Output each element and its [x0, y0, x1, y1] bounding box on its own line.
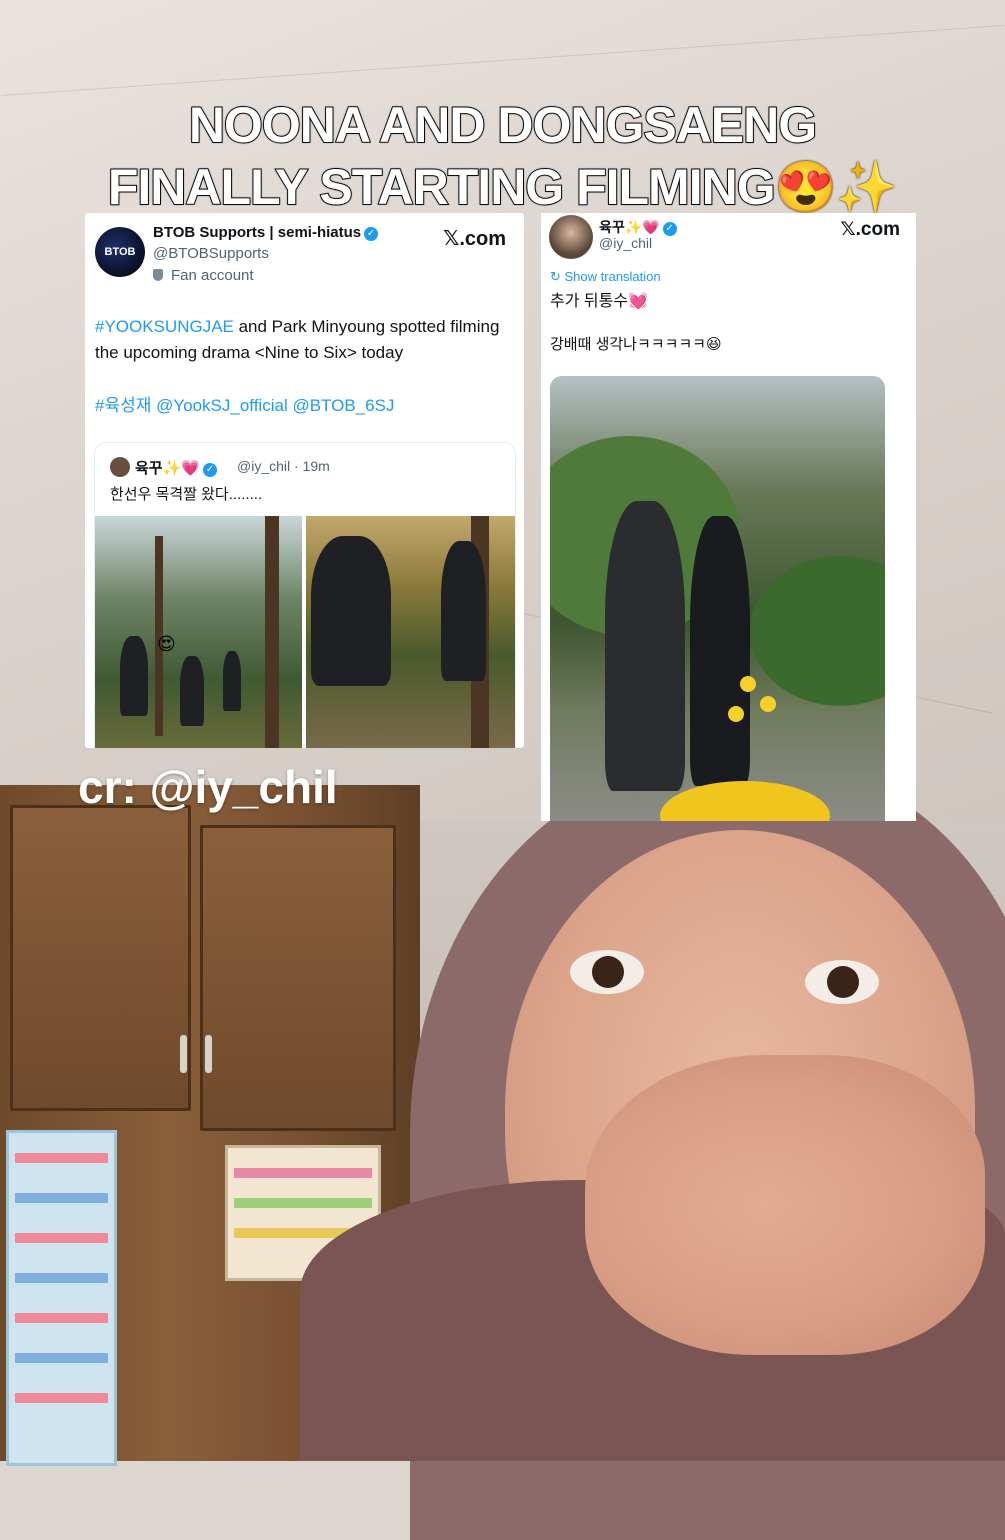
emoji-sticker: 😍 [157, 634, 176, 654]
tweet-author-handle[interactable]: @BTOBSupports [153, 245, 269, 262]
quoted-tweet[interactable]: 육꾸✨💗 ✓ @iy_chil · 19m 한선우 목격짤 왔다........ … [94, 442, 516, 748]
person-eye [805, 960, 879, 1004]
verified-badge-icon: ✓ [662, 222, 677, 236]
x-com-logo: 𝕏.com [443, 228, 506, 250]
tweet-tags[interactable]: #육성재 @YookSJ_official @BTOB_6SJ [95, 391, 394, 416]
avatar[interactable] [549, 215, 593, 259]
show-translation-link[interactable]: ↻ Show translation [550, 269, 661, 285]
cabinet-handle [180, 1035, 187, 1073]
quoted-photo-2[interactable] [306, 516, 515, 748]
tweet-author-handle[interactable]: @iy_chil [599, 235, 652, 251]
person-hand [585, 1055, 985, 1355]
verified-badge-icon: ✓ [364, 227, 379, 241]
verified-badge-icon: ✓ [202, 463, 217, 477]
wall-poster [6, 1130, 117, 1466]
shield-icon [153, 269, 163, 281]
quoted-tweet-text: 한선우 목격짤 왔다........ [110, 486, 263, 503]
cabinet-door [10, 805, 191, 1111]
tweet-body-line-2: 강배때 생각나ㅋㅋㅋㅋㅋ😆 [550, 336, 722, 353]
hashtag-link[interactable]: #YOOKSUNGJAE [95, 317, 234, 336]
headline-line-2: FINALLY STARTING FILMING😍✨ [107, 158, 899, 216]
tweet-body-line-1: 추가 뒤통수💓 [550, 293, 648, 310]
cabinet-handle [205, 1035, 212, 1073]
headline-line-1: NOONA AND DONGSAENG [188, 96, 818, 154]
tweet-card-btob-supports[interactable]: BTOB BTOB Supports | semi-hiatus ✓ @BTOBS… [85, 213, 524, 748]
tweet-author-name[interactable]: 육꾸✨💗 ✓ [599, 217, 677, 237]
quoted-author-name[interactable]: 육꾸✨💗 ✓ [135, 457, 217, 478]
fan-account-label: Fan account [153, 267, 254, 284]
credit-text: cr: @iy_chil [78, 761, 338, 813]
refresh-icon: ↻ [550, 269, 565, 284]
cabinet-door [200, 825, 396, 1131]
tweet-card-iy-chil[interactable]: 육꾸✨💗 ✓ @iy_chil 𝕏.com ↻ Show translation … [541, 213, 916, 821]
person-eye [570, 950, 644, 994]
quoted-author-handle-time[interactable]: @iy_chil · 19m [237, 458, 330, 474]
quoted-photo-1[interactable]: 😍 [95, 516, 302, 748]
tweet-body: #YOOKSUNGJAE and Park Minyoung spotted f… [95, 317, 500, 362]
tweet-author-name[interactable]: BTOB Supports | semi-hiatus ✓ [153, 224, 379, 241]
x-com-logo: 𝕏.com [840, 219, 900, 240]
avatar[interactable] [110, 457, 130, 477]
tweet-photo[interactable] [550, 376, 885, 821]
avatar[interactable]: BTOB [95, 227, 145, 277]
